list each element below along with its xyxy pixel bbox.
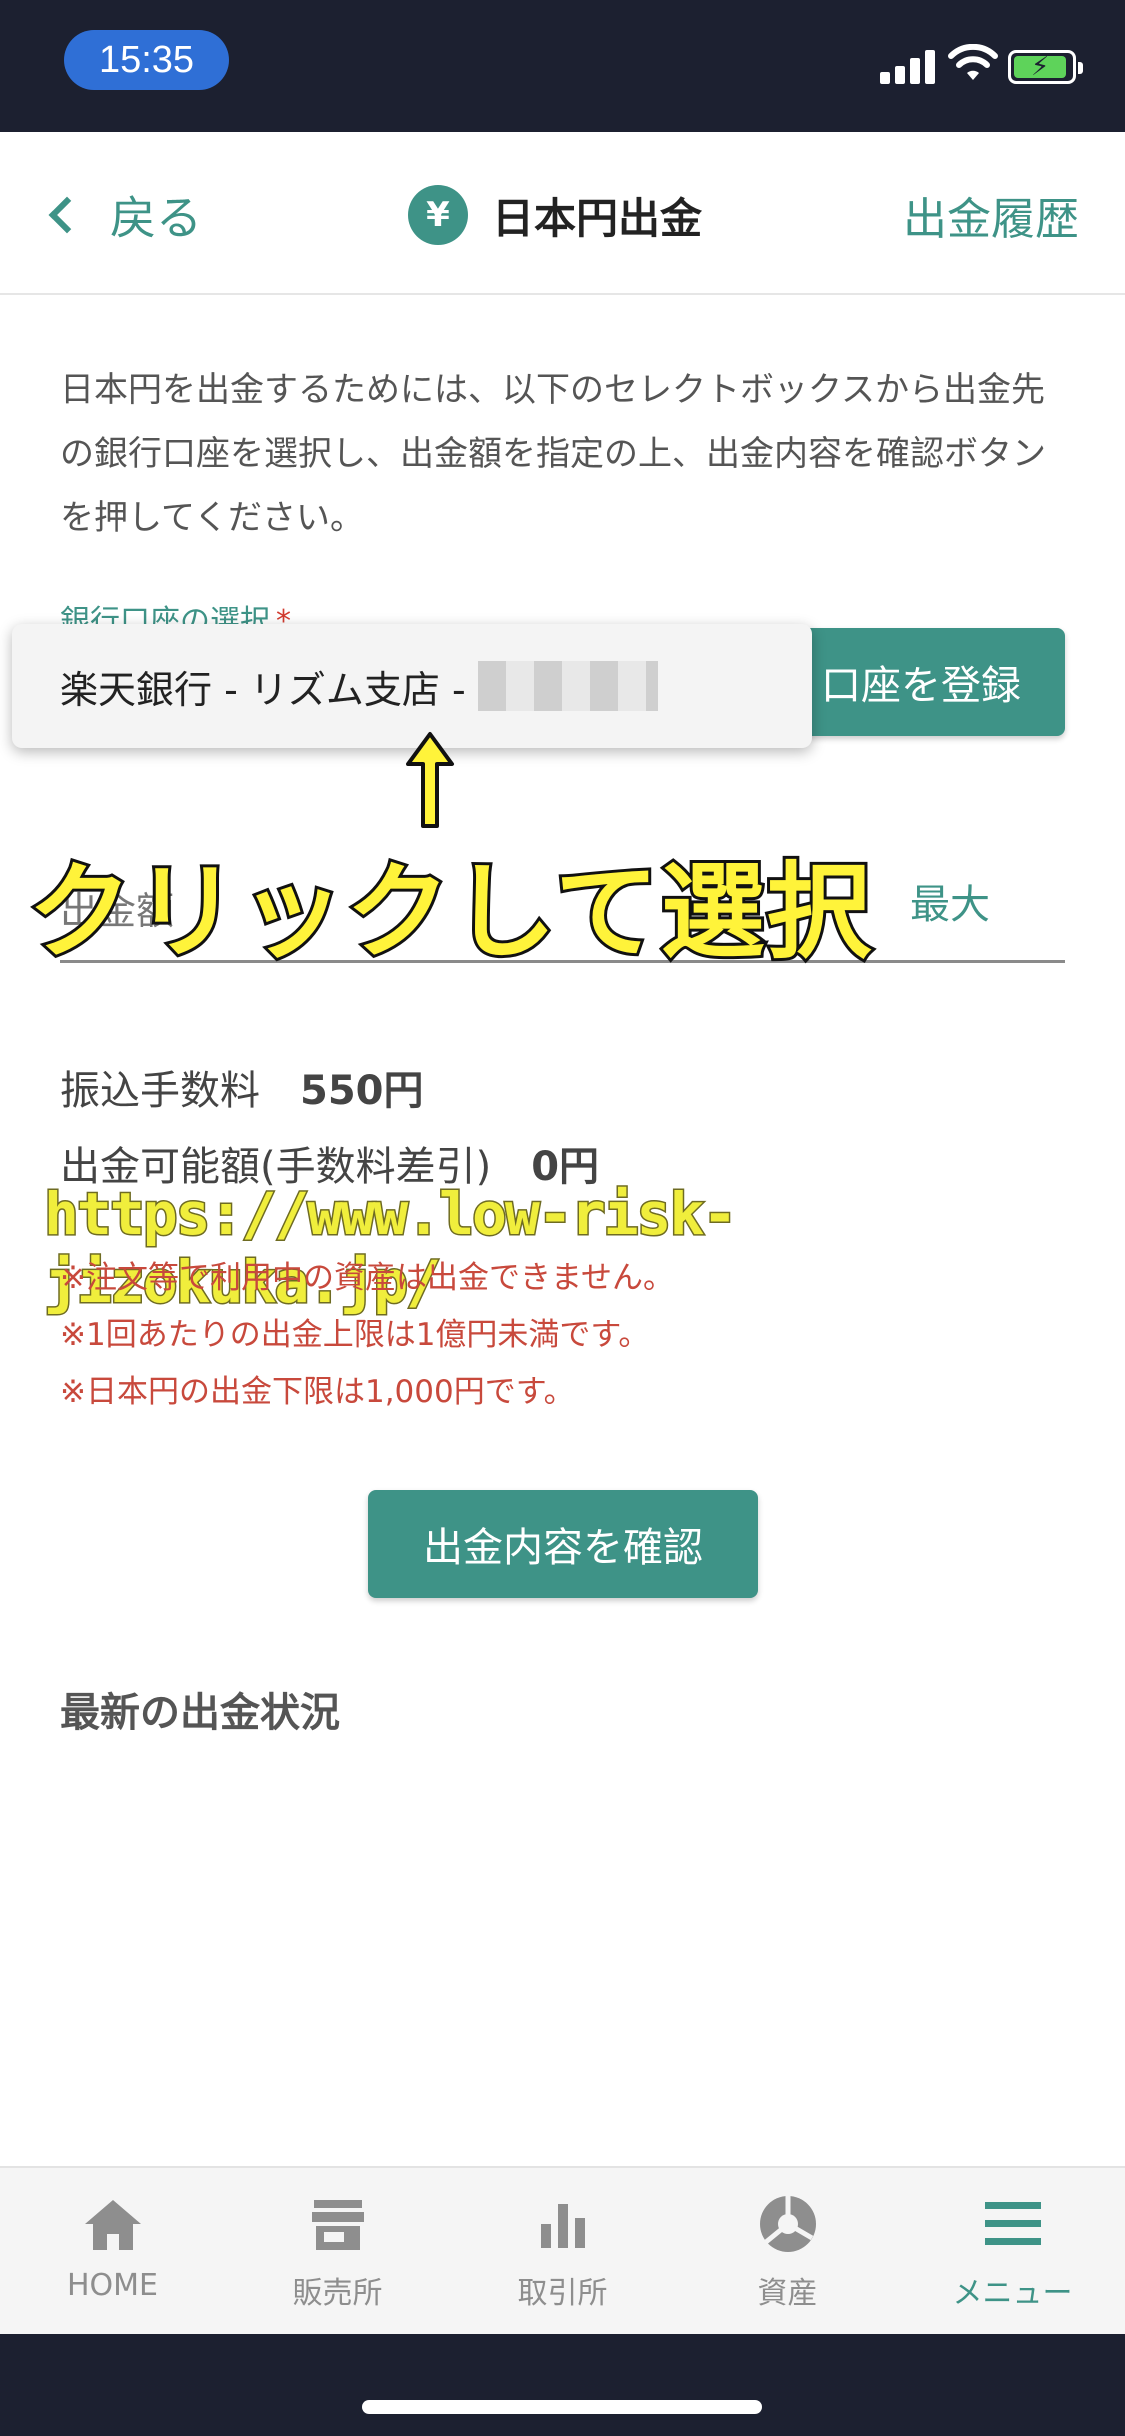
tab-label: 取引所 <box>517 2276 608 2311</box>
yen-icon: ¥ <box>408 185 468 245</box>
cellular-signal-icon <box>880 48 936 84</box>
transfer-fee-row: 振込手数料 550円 <box>60 1058 424 1116</box>
selected-account-text: 楽天銀行 - リズム支店 - <box>60 667 466 712</box>
bottom-tab-bar: HOME 販売所 取引所 資産 メニュー <box>0 2166 1125 2334</box>
confirm-withdrawal-button[interactable]: 出金内容を確認 <box>368 1490 758 1598</box>
chevron-left-icon <box>48 196 86 234</box>
page-title-text: 日本円出金 <box>492 193 703 243</box>
note-item: ※注文等で利用中の資産は出金できません。 <box>60 1260 675 1296</box>
wifi-icon <box>948 44 998 80</box>
tab-menu[interactable]: メニュー <box>900 2168 1125 2334</box>
annotation-arrow-icon <box>406 732 454 828</box>
max-amount-button[interactable]: 最大 <box>910 872 990 930</box>
instruction-text: 日本円を出金するためには、以下のセレクトボックスから出金先の銀行口座を選択し、出… <box>60 370 1046 538</box>
page-title: ¥ 日本円出金 <box>408 180 702 250</box>
tab-label: メニュー <box>952 2276 1073 2311</box>
annotation-caption: クリックして選択 <box>25 849 874 975</box>
note-item: ※1回あたりの出金上限は1億円未満です。 <box>60 1317 650 1353</box>
fee-value: 550円 <box>300 1068 424 1114</box>
store-icon <box>311 2200 364 2250</box>
nav-header: 戻る ¥ 日本円出金 出金履歴 <box>0 132 1125 295</box>
home-indicator-area <box>0 2334 1125 2436</box>
notes-list: ※注文等で利用中の資産は出金できません。 ※1回あたりの出金上限は1億円未満です… <box>60 1250 674 1421</box>
status-bar: 15:35 ⚡ <box>0 0 1125 132</box>
back-button[interactable]: 戻る <box>40 180 202 250</box>
tab-label: HOME <box>66 2268 158 2303</box>
tab-assets[interactable]: 資産 <box>675 2168 900 2334</box>
bar-chart-icon <box>540 2204 585 2248</box>
home-indicator[interactable] <box>362 2400 762 2414</box>
fee-label: 振込手数料 <box>60 1068 260 1114</box>
tab-home[interactable]: HOME <box>0 2168 225 2334</box>
menu-icon <box>984 2202 1041 2245</box>
pie-chart-icon <box>759 2196 816 2252</box>
back-label: 戻る <box>110 191 202 245</box>
tab-label: 資産 <box>757 2276 818 2311</box>
tab-store[interactable]: 販売所 <box>225 2168 450 2334</box>
latest-status-heading: 最新の出金状況 <box>60 1690 340 1736</box>
home-icon <box>84 2200 141 2250</box>
note-item: ※日本円の出金下限は1,000円です。 <box>60 1374 575 1410</box>
masked-account-number <box>477 661 658 711</box>
tab-label: 販売所 <box>292 2276 383 2311</box>
battery-charging-icon: ⚡ <box>1008 50 1083 84</box>
status-time: 15:35 <box>64 30 229 90</box>
tab-exchange[interactable]: 取引所 <box>450 2168 675 2334</box>
withdrawal-history-link[interactable]: 出金履歴 <box>903 180 1079 250</box>
